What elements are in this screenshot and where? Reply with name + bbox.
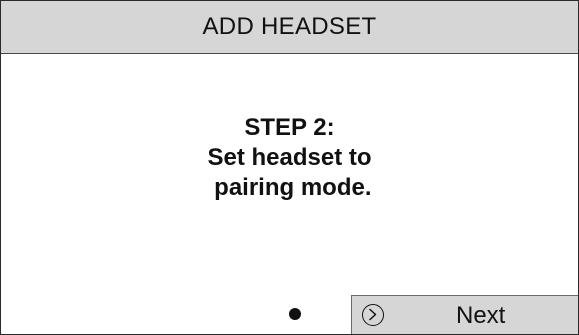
screen-title: ADD HEADSET <box>1 1 578 54</box>
next-button[interactable]: Next <box>351 295 578 334</box>
instruction-line-1: Set headset to <box>207 144 372 171</box>
instruction-line-2: pairing mode. <box>207 174 372 201</box>
add-headset-screen: ADD HEADSET STEP 2: Set headset to pairi… <box>0 0 579 335</box>
chevron-right-circle-icon <box>362 304 384 326</box>
page-indicator-dot <box>289 308 301 320</box>
next-button-label: Next <box>456 302 506 329</box>
step-heading: STEP 2: <box>244 114 335 141</box>
instruction-message: STEP 2: Set headset to pairing mode. <box>1 113 578 203</box>
